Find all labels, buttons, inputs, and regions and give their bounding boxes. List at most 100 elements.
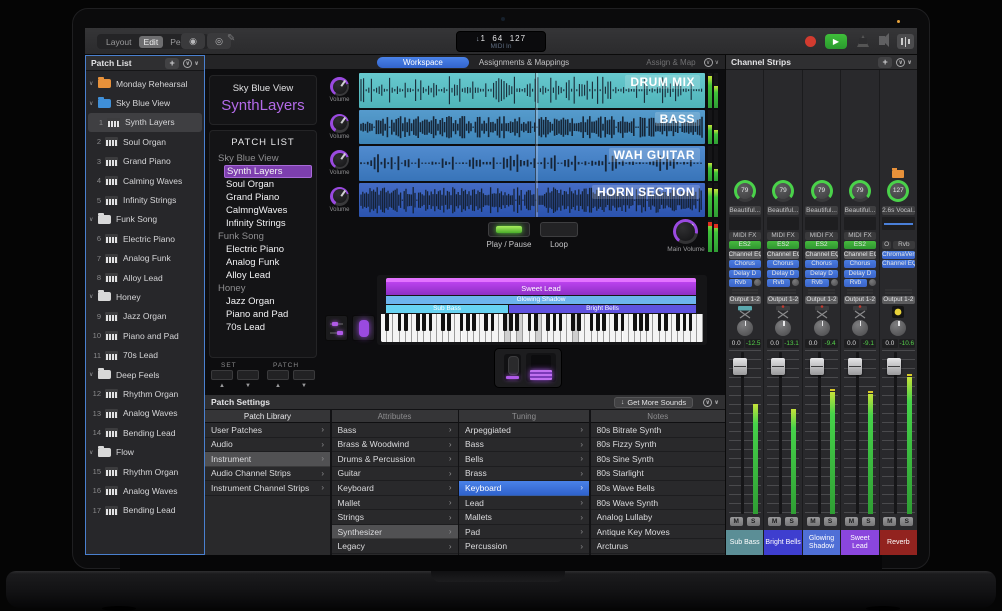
send-knob-icon[interactable] [869,279,876,286]
instrument-slot[interactable]: ES2 [805,241,837,249]
audio-fx-slot[interactable]: Channel EQ [844,251,876,259]
disclosure-triangle-icon[interactable]: ∨ [89,293,98,300]
track-volume-knob[interactable] [330,187,349,206]
send-knob-icon[interactable] [792,279,799,286]
workspace-patch-item[interactable]: Jazz Organ [210,295,316,308]
patch-list-action-menu[interactable]: ∨ ∨ [183,59,199,68]
workspace-patch-item[interactable]: Synth Layers [224,165,312,178]
add-channel-strip-button[interactable]: + [878,57,892,68]
browser-row[interactable]: 80s Starlight [591,467,726,482]
patch-name-display[interactable]: Sky Blue View SynthLayers [209,75,317,125]
channel-name-plate[interactable]: Reverb [880,530,917,555]
instrument-slot[interactable]: ES2 [844,241,876,249]
patch-list-item[interactable]: 8Alloy Lead [86,268,204,287]
send-slot[interactable]: Rvb [729,278,761,288]
patch-list-item[interactable]: 12Rhythm Organ [86,384,204,403]
add-patch-button[interactable]: + [165,58,179,69]
assign-map-button[interactable]: Assign & Map [646,58,703,67]
patch-settings-action-menu[interactable]: ∨ ∨ [703,398,719,407]
speaker-icon[interactable] [879,36,885,45]
patch-list-item[interactable]: 17Bending Lead [86,501,204,520]
patch-list-item[interactable]: 14Bending Lead [86,423,204,442]
browser-row[interactable]: Antique Key Moves [591,525,726,540]
tab-assignments-mappings[interactable]: Assignments & Mappings [479,58,569,67]
channel-name-plate[interactable]: Sweet Lead [841,530,878,555]
audio-fx-slot[interactable]: ChromaVerb [882,251,914,259]
send-knob-icon[interactable] [831,279,838,286]
channel-strip[interactable]: 79Beautiful...MIDI FXES2Channel EQChorus… [803,70,840,555]
solo-button[interactable]: S [747,517,760,526]
audio-fx-slot[interactable]: Chorus [767,260,799,268]
audio-fx-slot[interactable]: Channel EQ [729,251,761,259]
keyboard[interactable] [381,314,703,342]
pan-knob[interactable] [890,320,906,336]
send-slot[interactable]: Rvb [844,278,876,288]
workspace-patch-item[interactable]: Soul Organ [210,178,316,191]
midi-fx-slot[interactable]: MIDI FX [729,232,761,240]
gain-knob[interactable]: 79 [734,180,756,202]
patch-list-folder[interactable]: ∨Deep Feels [86,365,204,384]
audio-fx-slot[interactable]: Channel EQ [767,251,799,259]
browser-row[interactable]: 80s Wave Synth [591,496,726,511]
patch-list-folder[interactable]: ∨Funk Song [86,210,204,229]
output-slot[interactable]: Output 1-2 [729,296,761,304]
channel-name-plate[interactable]: Glowing Shadow [803,530,840,555]
browser-row[interactable]: Keyboard› [459,481,589,496]
patch-list-item[interactable]: 7Analog Funk [86,249,204,268]
set-down-button[interactable] [237,370,259,380]
output-slot[interactable]: Output 1-2 [844,296,876,304]
pencil-icon[interactable]: ✎ [227,33,235,44]
browser-row[interactable]: Audio› [205,438,330,453]
audio-fx-slot[interactable]: Delay D [729,270,761,278]
track-row[interactable]: BASS [359,110,705,145]
layer-zone-sweet-lead[interactable]: Sweet Lead [386,278,696,295]
layer-zone-glowing-shadow[interactable]: Glowing Shadow [386,296,696,304]
patch-list-item[interactable]: 10Piano and Pad [86,326,204,345]
send-slot[interactable]: Rvb [805,278,837,288]
output-slot[interactable]: Output 1-2 [882,296,914,304]
channel-name-plate[interactable]: Bright Bells [764,530,801,555]
workspace-action-menu[interactable]: ∨ ∨ [704,58,719,67]
get-more-sounds-button[interactable]: ↓ Get More Sounds [614,397,693,408]
panic-button[interactable]: ◉ [181,33,205,49]
midi-fx-slot[interactable]: MIDI FX [805,232,837,240]
browser-row[interactable]: Lead› [459,496,589,511]
audio-fx-slot[interactable]: Delay D [767,270,799,278]
patch-list-item[interactable]: 1Synth Layers [88,113,202,132]
patch-list-item[interactable]: 13Analog Waves [86,404,204,423]
mute-button[interactable]: M [807,517,820,526]
patch-list-item[interactable]: 16Analog Waves [86,481,204,500]
patch-list-concert[interactable]: ∨Monday Rehearsal [86,74,204,93]
pan-knob[interactable] [737,320,753,336]
patch-list-item[interactable]: 6Electric Piano [86,229,204,248]
disclosure-triangle-icon[interactable]: ∨ [89,80,98,87]
patch-list-folder[interactable]: ∨Flow [86,442,204,461]
browser-row[interactable]: 80s Fizzy Synth [591,438,726,453]
solo-button[interactable]: S [824,517,837,526]
track-row[interactable]: DRUM MIX [359,73,705,108]
patch-list-item[interactable]: 15Rhythm Organ [86,462,204,481]
audio-fx-slot[interactable]: Channel EQ [882,260,914,268]
channel-setting-name[interactable]: Beautiful... [844,206,876,215]
track-volume-knob[interactable] [330,150,349,169]
patch-list-item[interactable]: 9Jazz Organ [86,307,204,326]
mute-button[interactable]: M [768,517,781,526]
browser-row[interactable]: Keyboard› [332,481,458,496]
track-volume-knob[interactable] [330,77,349,96]
channel-setting-name[interactable]: 2.6s Vocal... [882,206,914,215]
patch-up-button[interactable] [267,370,289,380]
gain-knob[interactable]: 79 [772,180,794,202]
browser-row[interactable]: 80s Wave Bells [591,481,726,496]
gain-knob[interactable]: 79 [811,180,833,202]
pan-knob[interactable] [852,320,868,336]
send-knob-icon[interactable] [754,279,761,286]
browser-row[interactable]: 80s Bitrate Synth [591,423,726,438]
workspace-patch-item[interactable]: Infinity Strings [210,217,316,230]
loop-button[interactable] [540,222,578,237]
channel-strip[interactable]: 79Beautiful...MIDI FXES2Channel EQChorus… [726,70,763,555]
audio-fx-slot[interactable]: Delay D [805,270,837,278]
patch-down-button[interactable] [293,370,315,380]
patch-list-item[interactable]: 5Infinity Strings [86,190,204,209]
pedalboard[interactable] [494,348,562,388]
track-row[interactable]: WAH GUITAR [359,146,705,181]
